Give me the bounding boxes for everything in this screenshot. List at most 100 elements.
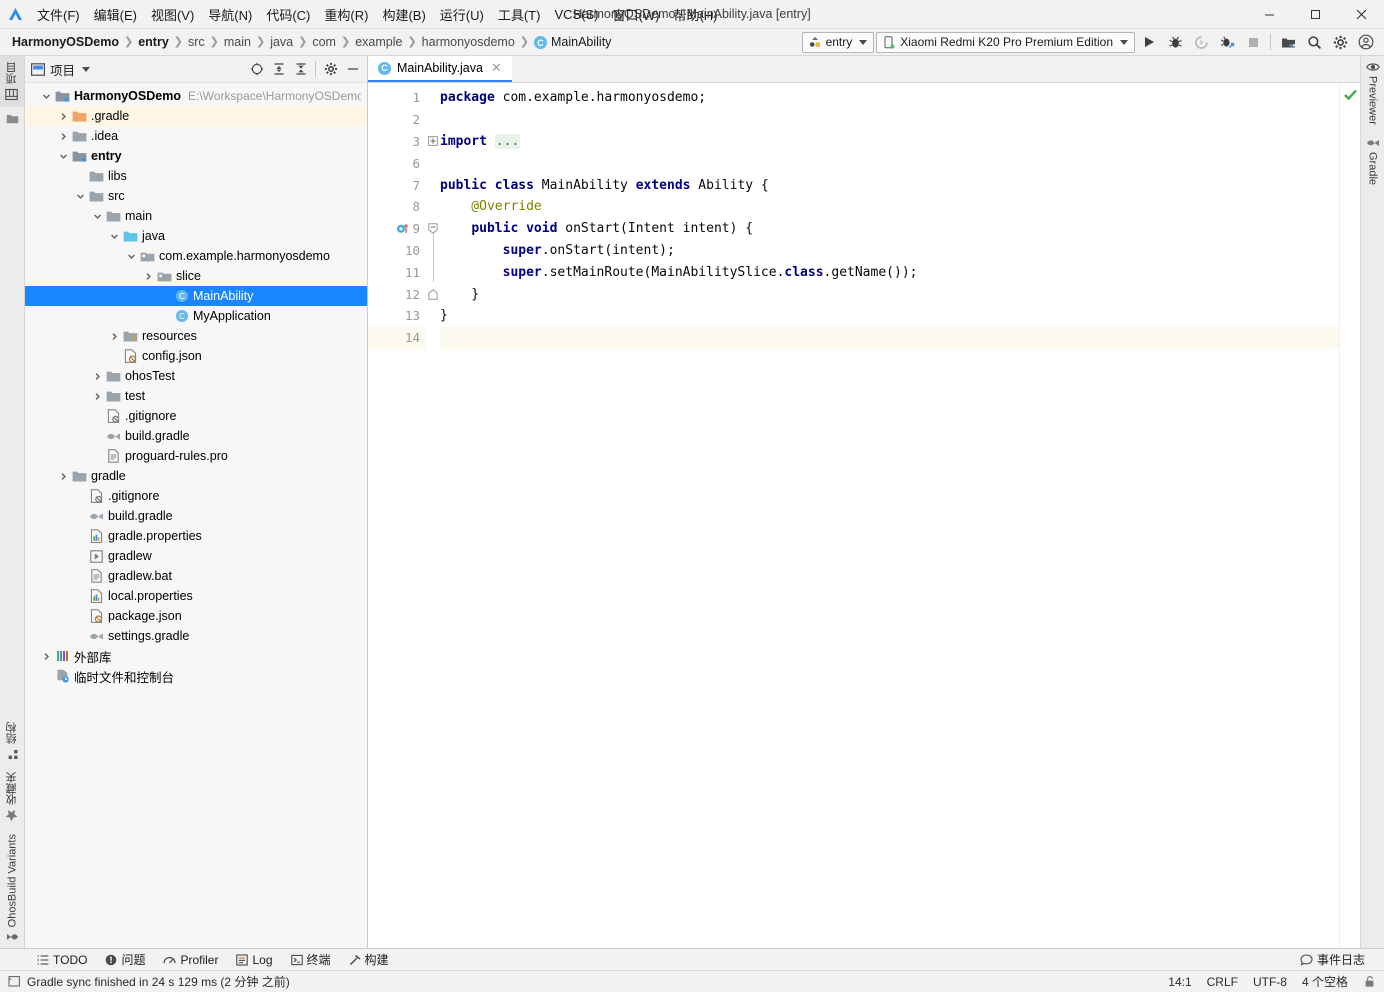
chevron-down-icon[interactable] [73, 192, 88, 201]
run-configuration-selector[interactable]: entry [801, 31, 875, 53]
fold-expand-icon[interactable] [426, 131, 440, 153]
bottom-tab-build[interactable]: 构建 [340, 949, 398, 970]
tree-node[interactable]: .gradle [25, 106, 367, 126]
caret-position[interactable]: 14:1 [1168, 975, 1191, 989]
menu-item-vcs[interactable]: VCS(S) [547, 4, 605, 25]
editor-tab-mainability[interactable]: C MainAbility.java ✕ [368, 56, 512, 82]
device-selector[interactable]: Xiaomi Redmi K20 Pro Premium Edition [876, 31, 1135, 53]
tree-node[interactable]: HarmonyOSDemo E:\Workspace\HarmonyOSDemo [25, 86, 367, 106]
tree-node[interactable]: C MainAbility [25, 286, 367, 306]
search-everywhere-button[interactable] [1302, 30, 1326, 54]
maximize-button[interactable] [1292, 0, 1338, 29]
tree-node[interactable]: .idea [25, 126, 367, 146]
tree-node[interactable]: 临时文件和控制台 [25, 666, 367, 686]
tree-node[interactable]: 外部库 [25, 646, 367, 666]
line-number[interactable]: 2 [368, 109, 426, 131]
bottom-tab-problems[interactable]: 问题 [96, 949, 154, 970]
project-structure-button[interactable] [1276, 30, 1300, 54]
stop-button[interactable] [1241, 30, 1265, 54]
tree-node[interactable]: proguard-rules.pro [25, 446, 367, 466]
tree-node[interactable]: gradle.properties [25, 526, 367, 546]
breadcrumb-example[interactable]: example [351, 34, 406, 50]
code-line[interactable] [440, 326, 1339, 349]
menu-item-edit[interactable]: 编辑(E) [87, 2, 144, 27]
code-line[interactable] [440, 109, 1339, 131]
tree-node[interactable]: com.example.harmonyosdemo [25, 246, 367, 266]
expand-all-icon[interactable] [268, 59, 289, 80]
code-line[interactable]: package com.example.harmonyosdemo; [440, 87, 1339, 109]
tree-node[interactable]: resources [25, 326, 367, 346]
menu-item-view[interactable]: 视图(V) [144, 2, 201, 27]
status-message[interactable]: Gradle sync finished in 24 s 129 ms (2 分… [27, 973, 290, 990]
close-button[interactable] [1338, 0, 1384, 29]
code-line[interactable]: import ... [440, 131, 1339, 153]
breadcrumb-entry[interactable]: entry [134, 34, 173, 50]
chevron-right-icon[interactable] [90, 372, 105, 381]
menu-item-code[interactable]: 代码(C) [259, 2, 317, 27]
bottom-tab-todo[interactable]: TODO [28, 951, 96, 969]
close-icon[interactable]: ✕ [489, 60, 504, 76]
line-number[interactable]: 10 [368, 240, 426, 262]
bottom-tab-profiler[interactable]: Profiler [154, 951, 227, 969]
line-number[interactable]: 11 [368, 261, 426, 283]
tree-node[interactable]: ohosTest [25, 366, 367, 386]
menu-item-refactor[interactable]: 重构(R) [317, 2, 375, 27]
chevron-down-icon[interactable] [124, 252, 139, 261]
inspection-strip[interactable] [1339, 83, 1360, 948]
code-line[interactable]: } [440, 305, 1339, 327]
chevron-right-icon[interactable] [39, 652, 54, 661]
code-line[interactable]: @Override [440, 196, 1339, 218]
code-line[interactable]: } [440, 283, 1339, 305]
tool-tab-favorites[interactable]: 收藏夹 [0, 766, 24, 828]
tree-node[interactable]: settings.gradle [25, 626, 367, 646]
collapse-all-icon[interactable] [290, 59, 311, 80]
chevron-right-icon[interactable] [107, 332, 122, 341]
tree-node[interactable]: config.json [25, 346, 367, 366]
tree-node[interactable]: gradlew [25, 546, 367, 566]
breadcrumb-main[interactable]: main [220, 34, 255, 50]
chevron-right-icon[interactable] [56, 472, 71, 481]
code-line[interactable]: super .onStart(intent); [440, 240, 1339, 262]
line-number[interactable]: 7 [368, 174, 426, 196]
breadcrumb-java[interactable]: java [266, 34, 297, 50]
tree-node[interactable]: entry [25, 146, 367, 166]
line-number[interactable]: 14 [368, 326, 426, 349]
select-opened-file-icon[interactable] [246, 59, 267, 80]
line-number[interactable]: 6 [368, 152, 426, 174]
run-with-coverage-button[interactable] [1189, 30, 1213, 54]
chevron-right-icon[interactable] [56, 132, 71, 141]
tree-node[interactable]: C MyApplication [25, 306, 367, 326]
tool-tab-ohosbuild-variants[interactable]: OhosBuild Variants [2, 828, 23, 948]
tree-node[interactable]: test [25, 386, 367, 406]
write-lock-icon[interactable] [1363, 975, 1376, 988]
tree-node[interactable]: .gitignore [25, 406, 367, 426]
tree-node[interactable]: .gitignore [25, 486, 367, 506]
chevron-right-icon[interactable] [56, 112, 71, 121]
menu-item-build[interactable]: 构建(B) [375, 2, 432, 27]
tool-tab-previewer[interactable]: Previewer [1362, 56, 1384, 131]
tree-node[interactable]: local.properties [25, 586, 367, 606]
menu-item-file[interactable]: 文件(F) [30, 2, 87, 27]
line-number[interactable]: 1 [368, 87, 426, 109]
menu-item-navigate[interactable]: 导航(N) [201, 2, 259, 27]
tree-node[interactable]: main [25, 206, 367, 226]
code-content[interactable]: package com.example.harmonyosdemo; impor… [440, 83, 1339, 948]
tool-tab-resource-manager[interactable] [2, 107, 23, 131]
line-number[interactable]: 9 [368, 218, 426, 240]
editor-gutter[interactable]: 1 2 3 6 7 8 9 10 11 12 13 14 [368, 83, 426, 948]
settings-button[interactable] [1328, 30, 1352, 54]
chevron-down-icon[interactable] [82, 66, 91, 72]
minimize-button[interactable] [1246, 0, 1292, 29]
code-line[interactable]: super .setMainRoute(MainAbilitySlice. clas… [440, 261, 1339, 283]
tree-node[interactable]: libs [25, 166, 367, 186]
override-method-icon[interactable] [396, 222, 409, 235]
breadcrumb-project[interactable]: HarmonyOSDemo [8, 34, 123, 50]
fold-region-end-icon[interactable] [426, 283, 440, 305]
code-line[interactable]: public class MainAbility extends Ability… [440, 174, 1339, 196]
event-log-button[interactable]: 事件日志 [1291, 949, 1374, 970]
run-button[interactable] [1137, 30, 1161, 54]
tree-node[interactable]: package.json [25, 606, 367, 626]
account-button[interactable] [1354, 30, 1378, 54]
bottom-tab-log[interactable]: Log [227, 951, 281, 969]
menu-item-tools[interactable]: 工具(T) [491, 2, 548, 27]
